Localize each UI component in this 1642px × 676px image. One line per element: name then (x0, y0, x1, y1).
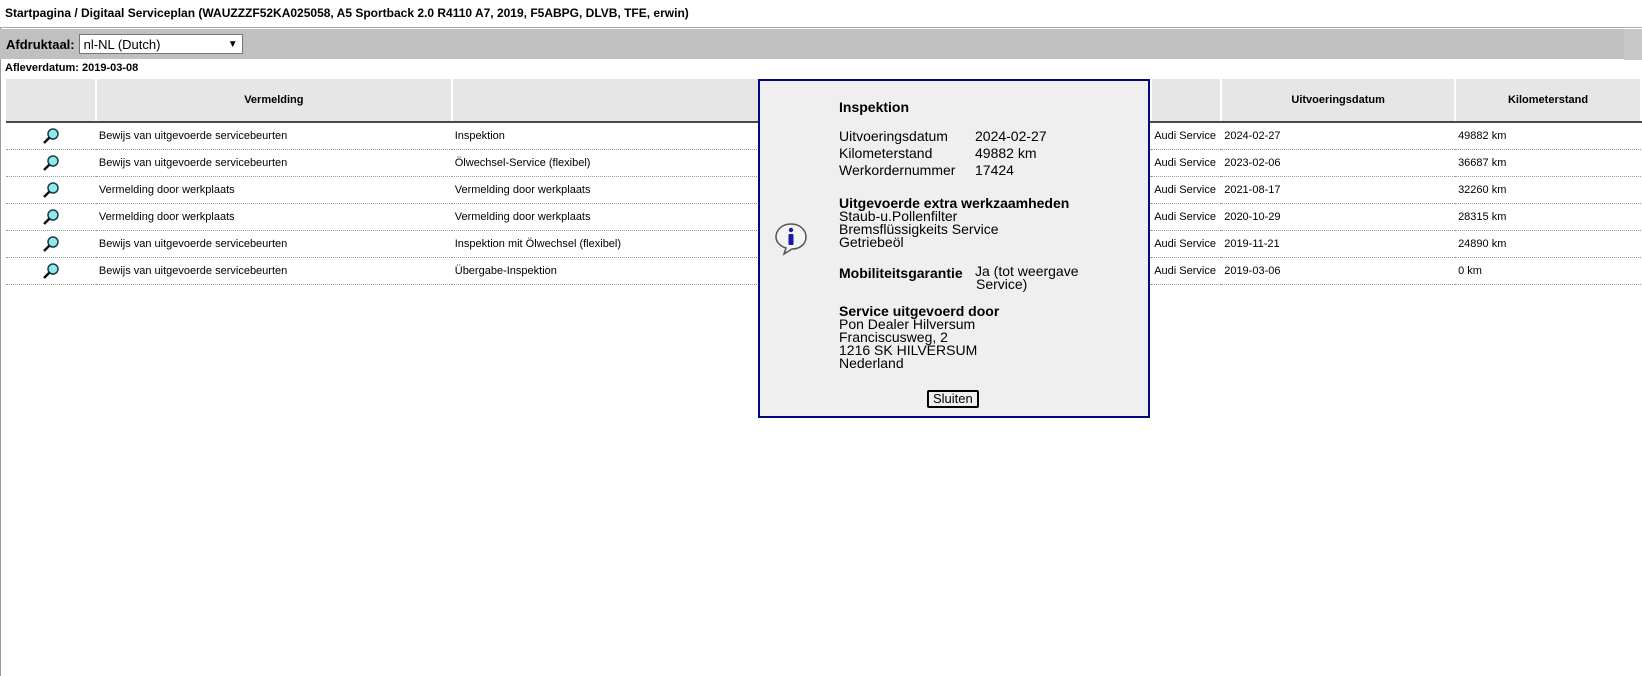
details-cell (6, 230, 96, 258)
mobility-label: Mobiliteitsgarantie (839, 265, 963, 281)
dealer-country: Nederland (839, 355, 904, 371)
info-icon (775, 223, 807, 256)
detail-date-row: Uitvoeringsdatum 2024-02-27 (839, 128, 1047, 144)
detail-label: Werkordernummer (839, 162, 956, 178)
language-label: Afdruktaal: (6, 36, 75, 52)
date-cell: 2019-03-06 (1221, 257, 1456, 285)
entry-cell: Vermelding door werkplaats (95, 176, 452, 204)
mileage-cell: 24890 km (1455, 230, 1641, 258)
detail-value: 49882 km (975, 145, 1037, 161)
mileage-cell: 32260 km (1455, 176, 1641, 204)
details-cell (6, 176, 96, 204)
column-header-entry: Vermelding (95, 79, 453, 123)
chevron-down-icon: ▼ (227, 38, 238, 50)
language-bar: Afdruktaal: nl-NL (Dutch) ▼ (0, 29, 1642, 59)
dealer-address: Pon Dealer Hilversum Franciscusweg, 2 12… (839, 317, 977, 371)
entry-cell: Vermelding door werkplaats (95, 203, 452, 231)
entry-cell: Bewijs van uitgevoerde servicebeurten (95, 257, 452, 285)
column-header-mileage: Kilometerstand (1455, 79, 1642, 123)
details-cell (6, 257, 96, 285)
scrollbar[interactable] (1624, 29, 1642, 60)
entry-cell: Bewijs van uitgevoerde servicebeurten (95, 230, 452, 258)
date-cell: 2020-10-29 (1221, 203, 1456, 231)
language-selected-value: nl-NL (Dutch) (83, 36, 161, 52)
magnifier-icon[interactable] (42, 208, 60, 226)
magnifier-icon[interactable] (42, 262, 60, 280)
popup-title: Inspektion (839, 99, 910, 115)
partner-cell: Audi Service (1151, 149, 1222, 177)
partner-cell: Audi Service (1151, 176, 1222, 204)
magnifier-icon[interactable] (42, 154, 60, 172)
mileage-cell: 49882 km (1455, 122, 1641, 150)
mileage-cell: 0 km (1455, 257, 1641, 285)
column-header-icon (6, 79, 97, 123)
extra-work-item: Getriebeöl (839, 234, 904, 250)
magnifier-icon[interactable] (42, 235, 60, 253)
details-cell (6, 203, 96, 231)
mobility-value: Ja (tot weergave Service) (975, 264, 1125, 292)
magnifier-icon[interactable] (42, 181, 60, 199)
detail-mileage-row: Kilometerstand 49882 km (839, 145, 1036, 161)
partner-cell: Audi Service (1151, 257, 1222, 285)
detail-value: 2024-02-27 (975, 128, 1047, 144)
details-cell (6, 122, 96, 150)
extra-work-list: Staub-u.Pollenfilter Bremsflüssigkeits S… (839, 209, 999, 250)
entry-cell: Bewijs van uitgevoerde servicebeurten (95, 122, 452, 150)
mileage-cell: 28315 km (1455, 203, 1641, 231)
delivery-date: Afleverdatum: 2019-03-08 (5, 62, 139, 74)
detail-label: Uitvoeringsdatum (839, 128, 948, 144)
detail-label: Kilometerstand (839, 145, 933, 161)
close-button[interactable]: Sluiten (927, 390, 979, 408)
column-header-partner (1151, 79, 1223, 123)
date-cell: 2023-02-06 (1221, 149, 1456, 177)
date-cell: 2019-11-21 (1221, 230, 1456, 258)
column-header-date: Uitvoeringsdatum (1221, 79, 1457, 123)
details-cell (6, 149, 96, 177)
partner-cell: Audi Service (1151, 203, 1222, 231)
date-cell: 2021-08-17 (1221, 176, 1456, 204)
date-cell: 2024-02-27 (1221, 122, 1456, 150)
service-detail-popup: Inspektion Uitvoeringsdatum 2024-02-27 Ki… (758, 79, 1150, 418)
language-select[interactable]: nl-NL (Dutch) ▼ (78, 34, 243, 54)
breadcrumb: Startpagina / Digitaal Serviceplan (WAUZ… (0, 0, 1642, 28)
entry-cell: Bewijs van uitgevoerde servicebeurten (95, 149, 452, 177)
magnifier-icon[interactable] (42, 127, 60, 145)
detail-workorder-row: Werkordernummer 17424 (839, 162, 1014, 178)
mobility-value-line: Service) (976, 276, 1028, 292)
partner-cell: Audi Service (1151, 230, 1222, 258)
window-edge (0, 0, 1, 676)
mileage-cell: 36687 km (1455, 149, 1641, 177)
detail-value: 17424 (975, 162, 1014, 178)
partner-cell: Audi Service (1151, 122, 1222, 150)
